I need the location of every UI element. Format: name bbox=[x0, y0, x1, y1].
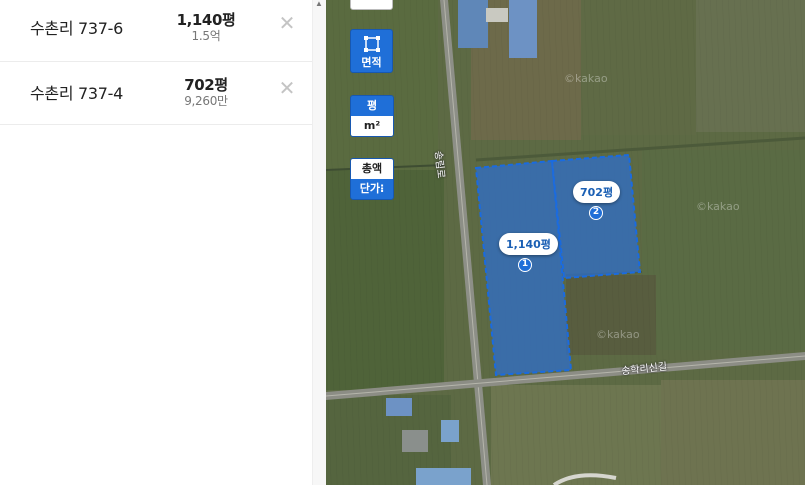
unit-price-button[interactable]: 단가⁝ bbox=[351, 179, 393, 199]
parcel-area-tag[interactable]: 702평 bbox=[573, 181, 621, 203]
area-select-icon bbox=[363, 36, 380, 52]
unit-pyeong-button[interactable]: 평 bbox=[351, 96, 393, 116]
parcel-number-badge: 1 bbox=[518, 258, 532, 272]
parcel-address: 수촌리 737-4 bbox=[30, 84, 124, 103]
remove-parcel-button[interactable]: ✕ bbox=[277, 79, 297, 99]
area-measure-label: 면적 bbox=[361, 56, 382, 69]
parcel-area-tag[interactable]: 1,140평 bbox=[499, 233, 558, 255]
parcel-row-2[interactable]: 수촌리 737-4 702평 9,260만 ✕ bbox=[0, 62, 312, 125]
map-control-button[interactable] bbox=[350, 0, 393, 10]
map-watermark: ©kakao bbox=[564, 72, 608, 85]
unit-toggle: 평 m² bbox=[350, 95, 394, 137]
unit-sqm-button[interactable]: m² bbox=[351, 116, 393, 136]
road-label-vertical: 송림로 bbox=[432, 150, 446, 180]
remove-parcel-button[interactable]: ✕ bbox=[277, 14, 297, 34]
panel-divider bbox=[312, 0, 326, 485]
map-view[interactable]: ©kakao ©kakao ©kakao 송림로 송학리신길 면적 평 m² 총… bbox=[326, 0, 805, 485]
parcel-number-badge: 2 bbox=[589, 206, 603, 220]
parcel-address: 수촌리 737-6 bbox=[30, 19, 124, 38]
unit-price-label: 단가 bbox=[359, 182, 381, 195]
value-toggle: 총액 단가⁝ bbox=[350, 158, 394, 200]
more-icon: ⁝ bbox=[380, 182, 385, 195]
map-watermark: ©kakao bbox=[596, 328, 640, 341]
parcel-price: 9,260만 bbox=[184, 94, 228, 108]
total-price-button[interactable]: 총액 bbox=[351, 159, 393, 179]
area-measure-button[interactable]: 면적 bbox=[350, 29, 393, 73]
parcel-price: 1.5억 bbox=[191, 29, 221, 43]
scroll-up-arrow-icon[interactable]: ▲ bbox=[314, 0, 324, 8]
parcel-list-panel: 수촌리 737-6 1,140평 1.5억 ✕ 수촌리 737-4 702평 9… bbox=[0, 0, 312, 485]
parcel-row-1[interactable]: 수촌리 737-6 1,140평 1.5억 ✕ bbox=[0, 0, 312, 62]
map-watermark: ©kakao bbox=[696, 200, 740, 213]
